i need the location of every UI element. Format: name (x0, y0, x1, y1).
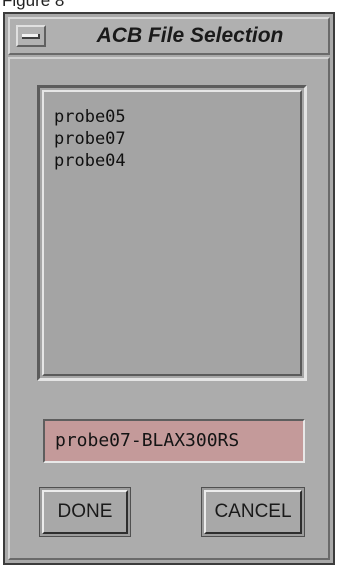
selection-field[interactable]: probe07-BLAX300RS (43, 419, 305, 463)
list-item[interactable]: probe05 (54, 106, 300, 128)
cancel-button[interactable]: CANCEL (204, 490, 302, 534)
window-menu-icon (22, 34, 40, 39)
file-list[interactable]: probe05 probe07 probe04 (37, 85, 307, 381)
file-list-viewport: probe05 probe07 probe04 (42, 90, 302, 376)
acb-file-selection-window: ACB File Selection probe05 probe07 probe… (3, 12, 335, 565)
window-menu-button[interactable] (16, 25, 46, 47)
dialog-body: probe05 probe07 probe04 probe07-BLAX300R… (8, 57, 330, 560)
title-bar[interactable]: ACB File Selection (8, 17, 330, 55)
list-item[interactable]: probe07 (54, 128, 300, 150)
window-title: ACB File Selection (96, 24, 284, 47)
done-button[interactable]: DONE (42, 490, 128, 534)
list-item[interactable]: probe04 (54, 150, 300, 172)
figure-caption: Figure 8 (2, 0, 65, 10)
